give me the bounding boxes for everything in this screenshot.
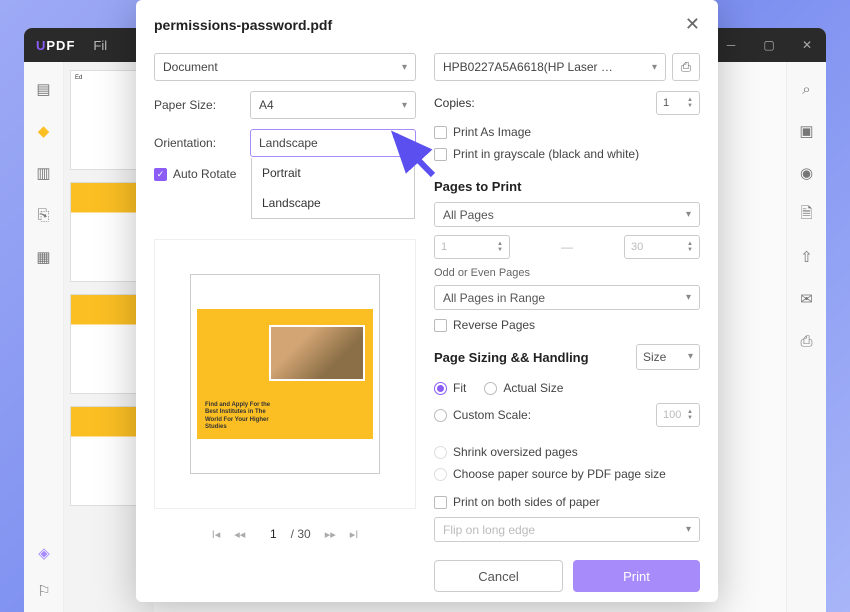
- bookmark-icon[interactable]: ⚐: [35, 582, 53, 600]
- pages-select[interactable]: All Pages▾: [434, 202, 700, 227]
- page-to-input[interactable]: 30▲▼: [624, 235, 700, 259]
- chevron-down-icon: ▾: [688, 351, 693, 362]
- right-toolbar: ⌕ ▣ ◉ 🗎 ⇧ ✉ ⎙: [786, 62, 826, 612]
- actual-size-radio[interactable]: [484, 382, 497, 395]
- auto-rotate-checkbox[interactable]: ✓: [154, 168, 167, 181]
- sizing-title: Page Sizing && Handling: [434, 350, 589, 365]
- edit-icon[interactable]: ▥: [35, 164, 53, 182]
- chevron-down-icon: ▾: [686, 292, 691, 303]
- custom-scale-input[interactable]: 100▲▼: [656, 403, 700, 427]
- print-grayscale-label: Print in grayscale (black and white): [453, 147, 639, 161]
- paper-size-label: Paper Size:: [154, 98, 250, 112]
- page-prev-icon[interactable]: ◂◂: [234, 528, 245, 541]
- print-as-image-label: Print As Image: [453, 125, 531, 139]
- window-close-icon[interactable]: ✕: [788, 28, 826, 62]
- printer-select[interactable]: HPB0227A5A6618(HP Laser MFP 131 133 1▾: [434, 53, 666, 81]
- size-select[interactable]: Size▾: [636, 344, 700, 370]
- shrink-label: Shrink oversized pages: [453, 445, 578, 459]
- custom-scale-radio[interactable]: [434, 409, 447, 422]
- paper-size-select[interactable]: A4▾: [250, 91, 416, 119]
- chevron-down-icon: ▾: [686, 524, 691, 535]
- paper-source-radio: [434, 468, 447, 481]
- protect-icon[interactable]: 🗎: [798, 206, 816, 224]
- paper-source-label: Choose paper source by PDF page size: [453, 467, 666, 481]
- orientation-label: Orientation:: [154, 136, 250, 150]
- odd-even-label: Odd or Even Pages: [434, 267, 700, 279]
- copies-input[interactable]: 1▲▼: [656, 91, 700, 115]
- close-icon[interactable]: ✕: [685, 14, 700, 35]
- left-toolbar: ▤ ◆ ▥ ⎘ ▦ ◈ ⚐: [24, 62, 64, 612]
- organize-icon[interactable]: ⎘: [35, 206, 53, 224]
- orientation-option-portrait[interactable]: Portrait: [252, 158, 414, 188]
- window-maximize-icon[interactable]: ▢: [750, 28, 788, 62]
- share-icon[interactable]: ⇧: [798, 248, 816, 266]
- print-button[interactable]: Print: [573, 560, 700, 592]
- print-icon[interactable]: ⎙: [798, 332, 816, 350]
- app-logo: UUPDFPDF: [36, 38, 75, 53]
- search-icon[interactable]: ⌕: [798, 80, 816, 98]
- reverse-pages-label: Reverse Pages: [453, 318, 535, 332]
- print-as-image-checkbox[interactable]: [434, 126, 447, 139]
- duplex-checkbox[interactable]: [434, 496, 447, 509]
- mail-icon[interactable]: ✉: [798, 290, 816, 308]
- paginator: I◂ ◂◂ / 30 ▸▸ ▸I: [154, 527, 416, 541]
- layout-mode-select[interactable]: Document▾: [154, 53, 416, 81]
- odd-even-select[interactable]: All Pages in Range▾: [434, 285, 700, 310]
- print-grayscale-checkbox[interactable]: [434, 148, 447, 161]
- fit-label: Fit: [453, 381, 466, 395]
- ocr-icon[interactable]: ▣: [798, 122, 816, 140]
- page-next-icon[interactable]: ▸▸: [325, 528, 336, 541]
- page-total: 30: [297, 527, 310, 541]
- chevron-down-icon: ▾: [652, 62, 657, 73]
- page-first-icon[interactable]: I◂: [212, 528, 221, 541]
- camera-icon[interactable]: ◉: [798, 164, 816, 182]
- form-icon[interactable]: ▦: [35, 248, 53, 266]
- flip-select: Flip on long edge▾: [434, 517, 700, 542]
- printer-properties-icon[interactable]: ⎙: [672, 53, 700, 81]
- print-dialog: permissions-password.pdf ✕ Document▾ Pap…: [136, 0, 718, 602]
- auto-rotate-label: Auto Rotate: [173, 167, 236, 181]
- duplex-label: Print on both sides of paper: [453, 495, 600, 509]
- chevron-down-icon: ▾: [402, 138, 407, 149]
- chevron-down-icon: ▾: [402, 100, 407, 111]
- orientation-select[interactable]: Landscape▾ Portrait Landscape: [250, 129, 416, 157]
- menu-file[interactable]: Fil: [93, 38, 107, 53]
- page-current-input[interactable]: [259, 527, 287, 541]
- page-preview: Find and Apply For the Best Institutes i…: [154, 239, 416, 509]
- orientation-dropdown: Portrait Landscape: [251, 158, 415, 219]
- chevron-down-icon: ▾: [402, 62, 407, 73]
- annotate-icon[interactable]: ◆: [35, 122, 53, 140]
- cancel-button[interactable]: Cancel: [434, 560, 563, 592]
- reader-icon[interactable]: ▤: [35, 80, 53, 98]
- actual-size-label: Actual Size: [503, 381, 563, 395]
- page-from-input[interactable]: 1▲▼: [434, 235, 510, 259]
- pages-to-print-title: Pages to Print: [434, 179, 700, 194]
- dialog-title: permissions-password.pdf: [154, 17, 332, 33]
- orientation-option-landscape[interactable]: Landscape: [252, 188, 414, 218]
- reverse-pages-checkbox[interactable]: [434, 319, 447, 332]
- fit-radio[interactable]: [434, 382, 447, 395]
- custom-scale-label: Custom Scale:: [453, 408, 531, 422]
- chevron-down-icon: ▾: [686, 209, 691, 220]
- shrink-radio: [434, 446, 447, 459]
- page-last-icon[interactable]: ▸I: [350, 528, 359, 541]
- copies-label: Copies:: [434, 96, 475, 110]
- layers-icon[interactable]: ◈: [35, 544, 53, 562]
